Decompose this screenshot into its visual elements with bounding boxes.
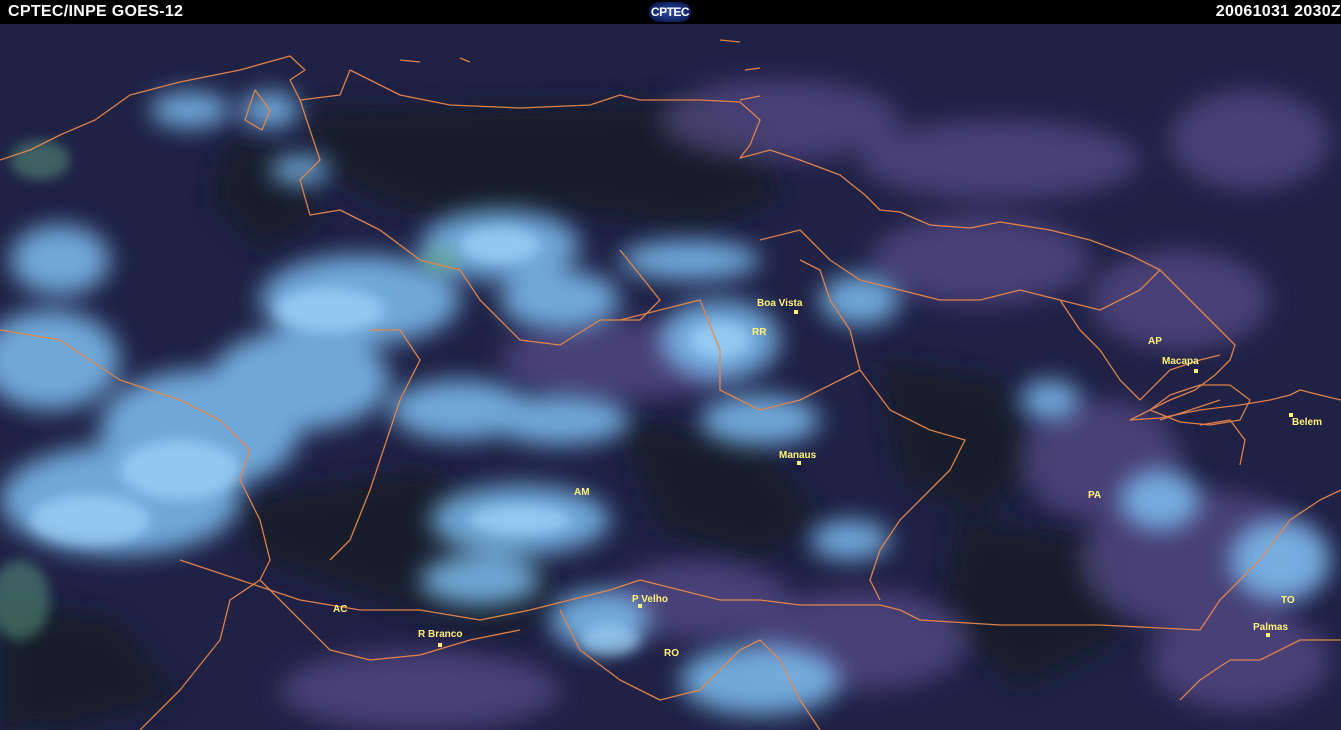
label-ac: AC <box>333 604 347 615</box>
manaus-marker <box>797 461 801 465</box>
label-am: AM <box>574 487 590 498</box>
label-ap: AP <box>1148 336 1162 347</box>
satellite-map: Boa Vista RR AP Macapa Belem Manaus AM P… <box>0 24 1341 730</box>
label-to: TO <box>1281 595 1295 606</box>
cptec-logo: CPTEC <box>649 2 691 22</box>
label-macapa: Macapa <box>1162 356 1199 367</box>
image-title: CPTEC/INPE GOES-12 <box>8 3 184 20</box>
label-p-velho: P Velho <box>632 594 668 605</box>
label-palmas: Palmas <box>1253 622 1288 633</box>
label-ro: RO <box>664 648 679 659</box>
macapa-marker <box>1194 369 1198 373</box>
boa-vista-marker <box>794 310 798 314</box>
p-velho-marker <box>638 604 642 608</box>
label-boa-vista: Boa Vista <box>757 298 803 309</box>
label-r-branco: R Branco <box>418 629 462 640</box>
r-branco-marker <box>438 643 442 647</box>
image-timestamp: 20061031 2030Z <box>1215 3 1341 20</box>
label-rr: RR <box>752 327 767 338</box>
satellite-image-viewer: CPTEC/INPE GOES-12 CPTEC 20061031 2030Z <box>0 0 1341 730</box>
label-belem: Belem <box>1292 417 1322 428</box>
header-bar: CPTEC/INPE GOES-12 CPTEC 20061031 2030Z <box>0 0 1341 24</box>
label-pa: PA <box>1088 490 1101 501</box>
palmas-marker <box>1266 633 1270 637</box>
label-manaus: Manaus <box>779 450 817 461</box>
